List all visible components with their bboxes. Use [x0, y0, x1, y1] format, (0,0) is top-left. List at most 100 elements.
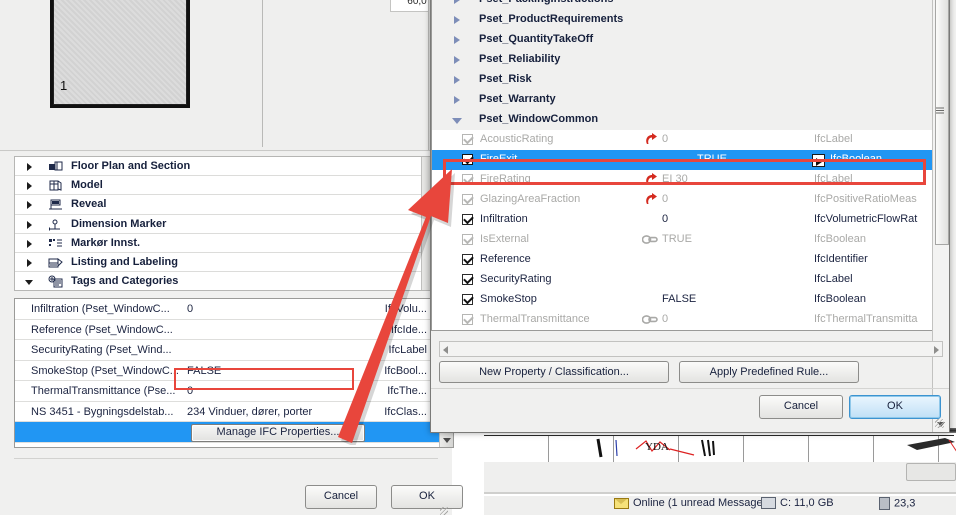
sidebar-item-listing-and-labeling[interactable]: Listing and Labeling — [15, 253, 433, 273]
sidebar-item-tags-and-categories[interactable]: Tags and Categories — [15, 272, 433, 290]
attribute-checkbox[interactable] — [462, 174, 473, 185]
attribute-row-securityrating[interactable]: SecurityRating IfcLabel — [432, 270, 934, 290]
sidebar-item-label: Model — [71, 179, 103, 192]
table-row[interactable]: ThermalTransmittance (Pse... 0 IfcThe... — [15, 381, 453, 402]
chevron-right-icon[interactable] — [27, 258, 32, 267]
attribute-value[interactable]: 0 — [646, 193, 812, 205]
attribute-row-firerating[interactable]: FireRating EI 30 IfcLabel — [432, 170, 934, 190]
ifc-tree-horizontal-scrollbar[interactable] — [439, 341, 943, 357]
new-property-classification-button[interactable]: New Property / Classification... — [439, 361, 669, 383]
pset-group-label: Pset_Risk — [479, 73, 532, 85]
scroll-right-arrow-icon[interactable] — [934, 346, 939, 354]
chevron-right-icon[interactable] — [27, 239, 32, 248]
attribute-value[interactable]: 0 — [646, 133, 812, 145]
attribute-row-thermaltransmittance[interactable]: ThermalTransmittance 0 IfcThermalTransmitt… — [432, 310, 934, 330]
attribute-row-glazingareafraction[interactable]: GlazingAreaFraction 0 IfcPositiveRatioMeas — [432, 190, 934, 210]
attribute-value[interactable]: 0 — [662, 213, 812, 225]
attribute-value[interactable]: TRUE — [641, 233, 812, 245]
chevron-right-icon[interactable] — [27, 220, 32, 229]
attribute-checkbox[interactable] — [462, 214, 473, 225]
attribute-row-acousticrating[interactable]: AcousticRating 0 IfcLabel — [432, 130, 934, 150]
manage-properties-row[interactable]: Manage IFC Properties... — [15, 422, 453, 443]
pset-group-reliability[interactable]: Pset_Reliability — [432, 50, 934, 70]
sidebar-item-mark-r-innst[interactable]: Markør Innst. — [15, 234, 433, 253]
apply-predefined-rule-button[interactable]: Apply Predefined Rule... — [679, 361, 859, 383]
attribute-type-text: IfcLabel — [814, 173, 853, 185]
ifc-resize-grip[interactable] — [935, 419, 944, 428]
status-mail-item[interactable]: Online (1 unread Message) — [614, 497, 766, 509]
assigned-properties-list[interactable]: Infiltration (Pset_WindowC... 0 IfcVolu...… — [14, 298, 454, 448]
property-value: 0 — [187, 385, 194, 397]
chevron-right-icon[interactable] — [27, 163, 32, 171]
pset-group-risk[interactable]: Pset_Risk — [432, 70, 934, 90]
property-type: IfcIde... — [390, 323, 427, 336]
attribute-checkbox[interactable] — [462, 154, 473, 165]
attribute-checkbox[interactable] — [462, 134, 473, 145]
reset-icon[interactable] — [644, 133, 658, 146]
chevron-down-icon[interactable] — [25, 280, 33, 286]
background-toolbar-button[interactable] — [906, 463, 956, 481]
chevron-right-icon[interactable] — [27, 201, 32, 210]
pset-group-label: Pset_ProductRequirements — [479, 13, 624, 25]
attribute-value[interactable]: EI 30 — [646, 173, 812, 185]
attribute-checkbox[interactable] — [462, 194, 473, 205]
attribute-row-fireexit[interactable]: FireExit TRUE IfcBoolean — [432, 150, 934, 170]
table-row[interactable]: SecurityRating (Pset_Wind... IfcLabel — [15, 340, 453, 361]
sidebar-item-model[interactable]: Model — [15, 176, 433, 196]
ifc-cancel-button[interactable]: Cancel — [759, 395, 843, 419]
settings-resize-grip[interactable] — [440, 507, 448, 515]
table-row[interactable]: Reference (Pset_WindowC... IfcIde... — [15, 320, 453, 340]
attribute-value[interactable]: 0 — [641, 313, 812, 325]
pset-group-label: Pset_PackingInstructions — [479, 0, 614, 5]
reset-icon[interactable] — [644, 193, 658, 206]
pset-group-productrequirements[interactable]: Pset_ProductRequirements — [432, 10, 934, 30]
attribute-value[interactable]: FALSE — [662, 293, 812, 305]
chevron-right-icon[interactable] — [454, 0, 460, 4]
status-bar: Online (1 unread Message) C: 11,0 GB 23,… — [484, 496, 956, 515]
sidebar-item-dimension-marker[interactable]: Dimension Marker — [15, 215, 433, 234]
pset-group-packinginstructions[interactable]: Pset_PackingInstructions — [432, 0, 934, 10]
settings-tree-panel[interactable]: Floor Plan and Section Model Reveal Dimensi… — [14, 156, 434, 291]
table-row[interactable]: SmokeStop (Pset_WindowC... FALSE IfcBool..… — [15, 361, 453, 381]
attribute-row-reference[interactable]: Reference IfcIdentifier — [432, 250, 934, 270]
settings-cancel-button[interactable]: Cancel — [305, 485, 377, 509]
attribute-row-isexternal[interactable]: IsExternal TRUE IfcBoolean — [432, 230, 934, 250]
attribute-name: FireExit — [480, 153, 518, 165]
attribute-checkbox[interactable] — [462, 294, 473, 305]
attribute-type: IfcThermalTransmitta — [814, 313, 918, 325]
pset-group-quantitytakeoff[interactable]: Pset_QuantityTakeOff — [432, 30, 934, 50]
scroll-left-arrow-icon[interactable] — [443, 346, 448, 354]
dropdown-icon[interactable] — [812, 154, 825, 167]
attribute-value[interactable]: TRUE — [647, 153, 777, 165]
chevron-right-icon[interactable] — [454, 56, 460, 64]
chevron-right-icon[interactable] — [454, 76, 460, 84]
attribute-row-infiltration[interactable]: Infiltration 0 IfcVolumetricFlowRat — [432, 210, 934, 230]
ifc-property-tree[interactable]: Pset_PackingInstructions Pset_ProductRequ… — [431, 0, 949, 432]
manage-ifc-properties-button[interactable]: Manage IFC Properties... — [191, 424, 365, 442]
chevron-right-icon[interactable] — [454, 36, 460, 44]
scroll-down-arrow-icon[interactable] — [441, 434, 452, 445]
sidebar-item-label: Markør Innst. — [71, 236, 141, 249]
reset-icon[interactable] — [644, 173, 658, 186]
attribute-checkbox[interactable] — [462, 254, 473, 265]
pset-group-windowcommon[interactable]: Pset_WindowCommon — [432, 110, 934, 130]
chevron-down-icon[interactable] — [452, 118, 462, 124]
attribute-checkbox[interactable] — [462, 274, 473, 285]
ifc-tree-vertical-scrollbar[interactable] — [932, 0, 949, 432]
table-row[interactable]: Infiltration (Pset_WindowC... 0 IfcVolu... — [15, 299, 453, 320]
pset-group-warranty[interactable]: Pset_Warranty — [432, 90, 934, 110]
status-memory-item: 23,3 — [879, 497, 915, 510]
settings-ok-button[interactable]: OK — [391, 485, 463, 509]
elevation-drawing-area[interactable]: 1 60,0 — [0, 0, 444, 152]
attribute-row-smokestop[interactable]: SmokeStop FALSE IfcBoolean — [432, 290, 934, 310]
chevron-right-icon[interactable] — [454, 96, 460, 104]
table-row[interactable]: NS 3451 - Bygningsdelstab... 234 Vinduer,… — [15, 402, 453, 422]
ifc-ok-button[interactable]: OK — [849, 395, 941, 419]
attribute-checkbox[interactable] — [462, 314, 473, 325]
property-name: Infiltration (Pset_WindowC... — [31, 303, 170, 315]
chevron-right-icon[interactable] — [454, 16, 460, 24]
sidebar-item-floor-plan-and-section[interactable]: Floor Plan and Section — [15, 157, 433, 177]
attribute-checkbox[interactable] — [462, 234, 473, 245]
sidebar-item-reveal[interactable]: Reveal — [15, 195, 433, 215]
chevron-right-icon[interactable] — [27, 182, 32, 191]
